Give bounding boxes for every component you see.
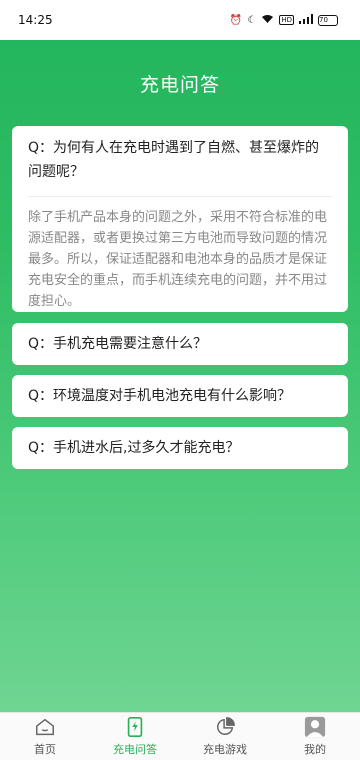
tab-label: 首页	[34, 743, 56, 756]
page-title: 充电问答	[139, 73, 220, 96]
tab-home[interactable]: 首页	[0, 713, 90, 760]
qa-question: Q：手机充电需要注意什么？	[28, 336, 208, 352]
qa-answer: 除了手机产品本身的问题之外，采用不符合标准的电源适配器，或者更换过第三方电池而导…	[28, 210, 328, 309]
bottom-tab-bar: 首页 充电问答 充电游戏 我的	[0, 712, 360, 760]
tab-label: 我的	[304, 743, 326, 756]
battery-icon: 70	[318, 14, 338, 26]
user-icon	[304, 716, 326, 738]
home-icon	[36, 718, 54, 736]
status-icons: ⏰ ☾ HD 70	[229, 13, 338, 27]
page-header: 充电问答	[0, 40, 360, 126]
status-time: 14:25	[18, 13, 53, 27]
wifi-icon	[261, 14, 274, 27]
tab-charge-qa[interactable]: 充电问答	[90, 713, 180, 760]
hd-icon: HD	[279, 15, 294, 25]
qa-card[interactable]: Q：手机进水后,过多久才能充电？	[12, 427, 348, 469]
phone-charge-icon	[127, 717, 143, 737]
moon-icon: ☾	[247, 14, 257, 26]
qa-card[interactable]: Q：环境温度对手机电池充电有什么影响？	[12, 375, 348, 417]
qa-card-expanded[interactable]: Q：为何有人在充电时遇到了自燃、甚至爆炸的问题呢？ 除了手机产品本身的问题之外，…	[12, 126, 348, 312]
qa-divider	[28, 196, 332, 197]
tab-charge-game[interactable]: 充电游戏	[180, 713, 270, 760]
tab-label: 充电问答	[113, 743, 157, 756]
status-bar: 14:25 ⏰ ☾ HD 70	[0, 0, 360, 40]
pie-chart-icon	[217, 717, 235, 735]
tab-mine[interactable]: 我的	[270, 713, 360, 760]
alarm-icon: ⏰	[229, 14, 243, 26]
battery-level: 70	[319, 15, 328, 24]
qa-question: Q：手机进水后,过多久才能充电？	[28, 440, 240, 456]
qa-question: Q：环境温度对手机电池充电有什么影响？	[28, 388, 292, 404]
qa-card[interactable]: Q：手机充电需要注意什么？	[12, 323, 348, 365]
qa-question: Q：为何有人在充电时遇到了自燃、甚至爆炸的问题呢？	[28, 140, 320, 180]
signal-icon	[299, 13, 313, 27]
tab-label: 充电游戏	[203, 743, 247, 756]
